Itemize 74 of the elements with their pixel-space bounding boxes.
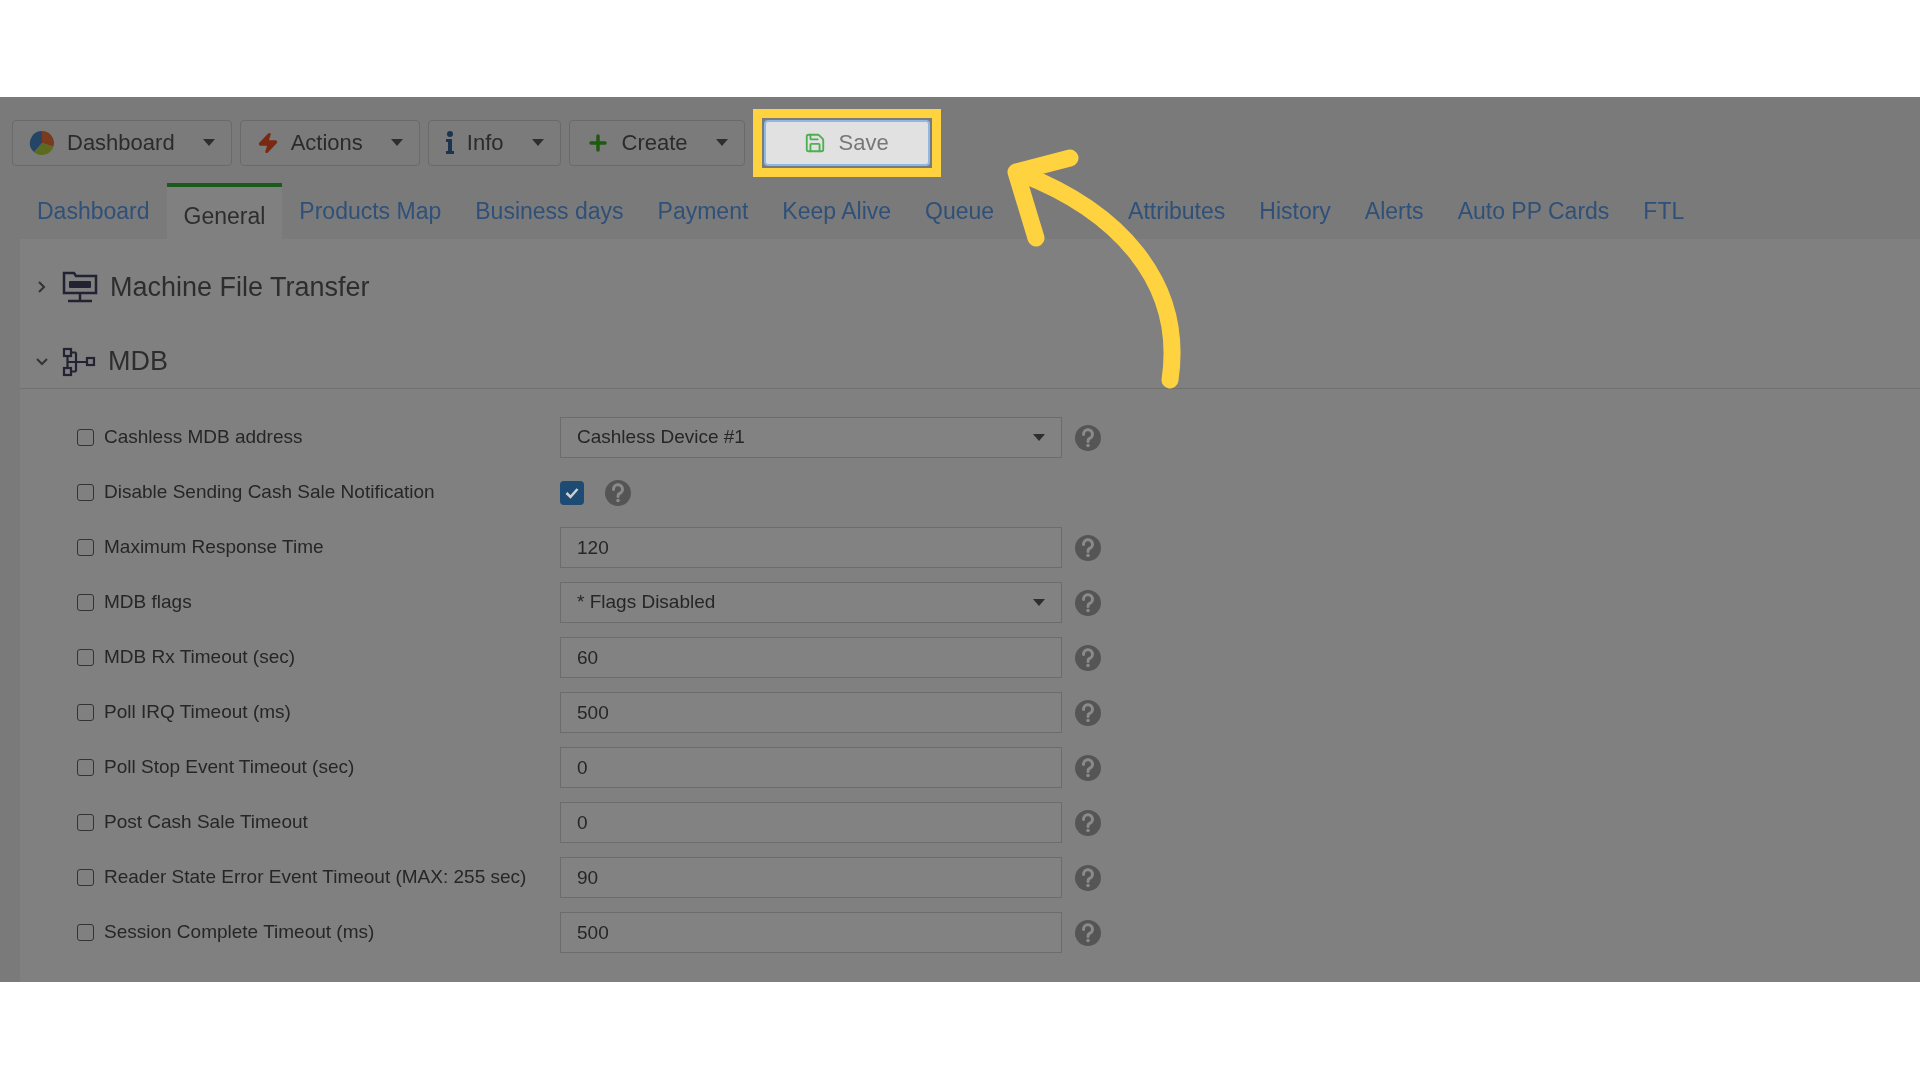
help-icon[interactable] — [1074, 588, 1102, 617]
checkbox[interactable] — [77, 484, 94, 501]
setting-label: MDB Rx Timeout (sec) — [104, 645, 296, 670]
caret-icon — [202, 138, 215, 147]
dropdown-select[interactable]: Cashless Device #1 — [560, 417, 1062, 458]
input-field[interactable]: 90 — [560, 857, 1062, 898]
setting-label: Maximum Response Time — [104, 535, 324, 560]
ftp-server-icon — [62, 269, 98, 305]
save-icon — [804, 131, 827, 154]
help-icon[interactable] — [1074, 643, 1102, 672]
tab[interactable]: Dashboard — [20, 183, 167, 239]
checkbox[interactable] — [560, 480, 584, 505]
checkbox[interactable] — [77, 429, 94, 446]
caret-icon — [715, 138, 728, 147]
input-field[interactable]: 500 — [560, 912, 1062, 953]
toolbar-menu-button[interactable]: Dashboard — [12, 119, 232, 166]
save-button[interactable]: Save — [763, 119, 930, 166]
tab[interactable]: Attributes — [1111, 183, 1243, 239]
setting-label: Poll Stop Event Timeout (sec) — [104, 755, 355, 780]
checkbox[interactable] — [77, 649, 94, 666]
setting-label: Post Cash Sale Timeout — [104, 810, 308, 835]
checkbox[interactable] — [77, 539, 94, 556]
tab[interactable]: Keep Alive — [765, 183, 909, 239]
check-icon — [565, 486, 579, 499]
tab[interactable]: Payment — [640, 183, 766, 239]
setting-label: Disable Sending Cash Sale Notification — [104, 480, 435, 505]
checkbox[interactable] — [77, 704, 94, 721]
toolbar-menu-button[interactable]: Actions — [239, 119, 420, 166]
toolbar-menu-button[interactable]: Info — [427, 119, 561, 166]
connection-nodes-icon — [62, 346, 96, 377]
checkbox[interactable] — [77, 924, 94, 941]
input-field[interactable]: 60 — [560, 637, 1062, 678]
caret-icon — [390, 138, 403, 147]
section-header[interactable]: Machine File Transfer — [20, 239, 1920, 335]
tab[interactable]: Products Map — [282, 183, 459, 239]
checkbox[interactable] — [77, 759, 94, 776]
input-field[interactable]: 0 — [560, 747, 1062, 788]
help-icon[interactable] — [1074, 533, 1102, 562]
help-icon[interactable] — [1074, 753, 1102, 782]
input-field[interactable]: 120 — [560, 527, 1062, 568]
info-icon — [444, 130, 455, 155]
help-icon[interactable] — [1074, 863, 1102, 892]
checkbox[interactable] — [77, 814, 94, 831]
checkbox[interactable] — [77, 594, 94, 611]
setting-label: Session Complete Timeout (ms) — [104, 920, 375, 945]
tab[interactable]: General — [166, 183, 283, 239]
caret-icon — [531, 138, 544, 147]
checkbox[interactable] — [77, 869, 94, 886]
help-icon[interactable] — [1074, 808, 1102, 837]
setting-label: Cashless MDB address — [104, 425, 303, 450]
tab[interactable]: History — [1242, 183, 1348, 239]
setting-label: Reader State Error Event Timeout (MAX: 255 sec) — [104, 865, 527, 890]
dropdown-select[interactable]: * Flags Disabled — [560, 582, 1062, 623]
caret-icon — [1033, 598, 1045, 607]
section-header[interactable]: MDB — [20, 335, 1920, 389]
setting-label: Poll IRQ Timeout (ms) — [104, 700, 291, 725]
help-icon[interactable] — [1074, 698, 1102, 727]
help-icon[interactable] — [604, 478, 632, 507]
pie-chart-icon — [29, 129, 55, 156]
tab[interactable]: Business days — [458, 183, 641, 239]
tab[interactable]: Alerts — [1347, 183, 1441, 239]
help-icon[interactable] — [1074, 918, 1102, 947]
toolbar-menu-button[interactable]: Create — [568, 119, 745, 166]
input-field[interactable]: 500 — [560, 692, 1062, 733]
tab[interactable]: Queue — [908, 183, 1012, 239]
tab[interactable]: FTL — [1626, 183, 1702, 239]
caret-icon — [1033, 433, 1045, 442]
help-icon[interactable] — [1074, 423, 1102, 452]
section-title: MDB — [108, 345, 168, 379]
section-title: Machine File Transfer — [110, 270, 370, 304]
tab[interactable]: Auto PP Cards — [1440, 183, 1627, 239]
setting-label: MDB flags — [104, 590, 192, 615]
input-field[interactable]: 0 — [560, 802, 1062, 843]
lightning-icon — [256, 131, 279, 154]
